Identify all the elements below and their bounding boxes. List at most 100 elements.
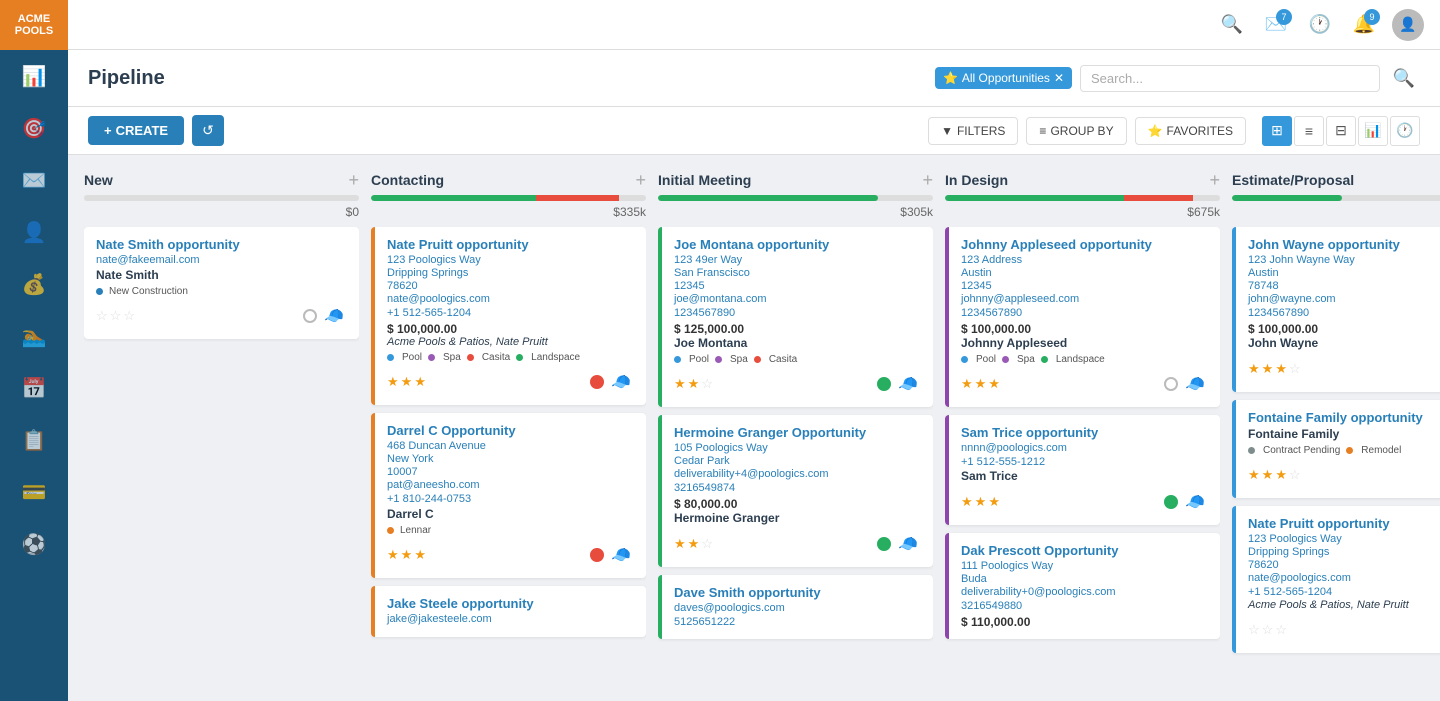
all-opportunities-filter[interactable]: ⭐ All Opportunities ✕ [935,67,1072,89]
column-contacting-add[interactable]: + [635,171,646,189]
card-hermoine-name: Hermoine Granger [674,511,921,525]
card-sam-phone: +1 512-555-1212 [961,456,1208,468]
card-johnny-phone: 1234567890 [961,307,1208,319]
list-view-button[interactable]: ≡ [1294,116,1324,146]
app-logo[interactable]: ACMEPOOLS [0,0,68,50]
card-fontaine-title[interactable]: Fontaine Family opportunity [1248,410,1440,425]
card-nate-pruitt-contacting: Nate Pruitt opportunity 123 Poologics Wa… [371,227,646,405]
card-nate-pruitt-footer: ★★★ 🧢 [387,369,634,395]
card-dak-title[interactable]: Dak Prescott Opportunity [961,543,1208,558]
card-john-name: John Wayne [1248,336,1440,350]
header-search-icon[interactable]: 🔍 [1388,62,1420,94]
sidebar-item-targeting[interactable]: 🎯 [0,102,68,154]
sidebar-item-contacts[interactable]: 👤 [0,206,68,258]
status-green2 [877,537,891,551]
column-new-title: New [84,172,113,188]
column-initial-cards: Joe Montana opportunity 123 49er Way San… [658,227,933,685]
status-red [590,375,604,389]
user-avatar[interactable]: 👤 [1392,9,1424,41]
column-new-header: New + [84,171,359,189]
column-design-header: In Design + [945,171,1220,189]
card-hermoine-amount: $ 80,000.00 [674,497,921,511]
card-sam-title[interactable]: Sam Trice opportunity [961,425,1208,440]
column-new-amount: $0 [84,205,359,219]
card-nate-pruitt-phone: +1 512-565-1204 [387,307,634,319]
avatar-hermoine: 🧢 [895,531,921,557]
sidebar-item-calendar[interactable]: 📅 [0,362,68,414]
card-joe-amount: $ 125,000.00 [674,322,921,336]
column-initial-title: Initial Meeting [658,172,751,188]
card-jake-email: jake@jakesteele.com [387,613,634,625]
column-contacting-progress-bar [371,195,646,201]
groupby-icon: ≡ [1039,124,1046,138]
card-nate-pruitt-title[interactable]: Nate Pruitt opportunity [387,237,634,252]
card-john-title[interactable]: John Wayne opportunity [1248,237,1440,252]
card-john-footer: ★★★☆ JW [1248,356,1440,382]
card-darrel-addr1: 468 Duncan Avenue [387,440,634,452]
grid-view-button[interactable]: ⊟ [1326,116,1356,146]
sidebar-item-misc[interactable]: ⚽ [0,518,68,570]
chart-view-button[interactable]: 📊 [1358,116,1388,146]
sidebar-item-dashboard[interactable]: 📊 [0,50,68,102]
favorites-button[interactable]: ⭐ FAVORITES [1135,117,1246,145]
search-box[interactable]: Search... [1080,65,1380,92]
card-johnny-footer: ★★★ 🧢 [961,371,1208,397]
card-darrel-name: Darrel C [387,507,634,521]
create-button[interactable]: + CREATE [88,116,184,145]
tag-casita [467,354,474,361]
column-estimate-header: Estimate/Proposal + [1232,171,1440,189]
clock-icon[interactable]: 🕐 [1304,9,1336,41]
card-dak-addr2: Buda [961,573,1208,585]
column-contacting-amount: $335k [371,205,646,219]
group-by-button[interactable]: ≡ GROUP BY [1026,117,1126,145]
time-view-button[interactable]: 🕐 [1390,116,1420,146]
column-design-add[interactable]: + [1209,171,1220,189]
create-plus: + [104,123,112,138]
sidebar-item-reports[interactable]: 📋 [0,414,68,466]
card-nate-smith-tags: New Construction [96,286,347,297]
card-darrel-addr2: New York [387,453,634,465]
refresh-button[interactable]: ↺ [192,115,224,146]
card-john-addr2: Austin [1248,267,1440,279]
card-jake-title[interactable]: Jake Steele opportunity [387,596,634,611]
search-icon[interactable]: 🔍 [1216,9,1248,41]
status-gray [1164,377,1178,391]
column-initial-add[interactable]: + [922,171,933,189]
card-sam-footer: ★★★ 🧢 [961,489,1208,515]
card-hermoine-title[interactable]: Hermoine Granger Opportunity [674,425,921,440]
column-design-amount: $675k [945,205,1220,219]
view-icons: ⊞ ≡ ⊟ 📊 🕐 [1262,116,1420,146]
card-hermoine-footer: ★★☆ 🧢 [674,531,921,557]
kanban-view-button[interactable]: ⊞ [1262,116,1292,146]
notifications-icon[interactable]: ✉️ 7 [1260,9,1292,41]
bell-icon[interactable]: 🔔 9 [1348,9,1380,41]
sidebar-item-billing[interactable]: 💳 [0,466,68,518]
card-hermoine: Hermoine Granger Opportunity 105 Poologi… [658,415,933,567]
card-johnny-title[interactable]: Johnny Appleseed opportunity [961,237,1208,252]
sidebar-item-pools[interactable]: 🏊 [0,310,68,362]
card-darrel-title[interactable]: Darrel C Opportunity [387,423,634,438]
card-joe-title[interactable]: Joe Montana opportunity [674,237,921,252]
sidebar-item-finance[interactable]: 💰 [0,258,68,310]
card-johnny-email: johnny@appleseed.com [961,293,1208,305]
column-estimate-cards: John Wayne opportunity 123 John Wayne Wa… [1232,227,1440,685]
card-joe-email: joe@montana.com [674,293,921,305]
card-john-wayne: John Wayne opportunity 123 John Wayne Wa… [1232,227,1440,392]
card-johnny-addr2: Austin [961,267,1208,279]
progress-green [371,195,536,201]
sidebar-item-mail[interactable]: ✉️ [0,154,68,206]
column-new-add[interactable]: + [348,171,359,189]
card-john-amount: $ 100,000.00 [1248,322,1440,336]
filter-close[interactable]: ✕ [1054,71,1064,85]
card-nate-smith-title[interactable]: Nate Smith opportunity [96,237,347,252]
card-nate-smith-footer-right: 🧢 [303,303,347,329]
card-darrel-c: Darrel C Opportunity 468 Duncan Avenue N… [371,413,646,578]
card-dave-title[interactable]: Dave Smith opportunity [674,585,921,600]
column-initial-header: Initial Meeting + [658,171,933,189]
card-nate-pruitt-email: nate@poologics.com [387,293,634,305]
filters-button[interactable]: ▼ FILTERS [928,117,1018,145]
card-np-est-title[interactable]: Nate Pruitt opportunity [1248,516,1440,531]
status-green [877,377,891,391]
avatar-nate-pruitt: 🧢 [608,369,634,395]
column-estimate: Estimate/Proposal + $275k John Wayne opp… [1232,171,1440,685]
